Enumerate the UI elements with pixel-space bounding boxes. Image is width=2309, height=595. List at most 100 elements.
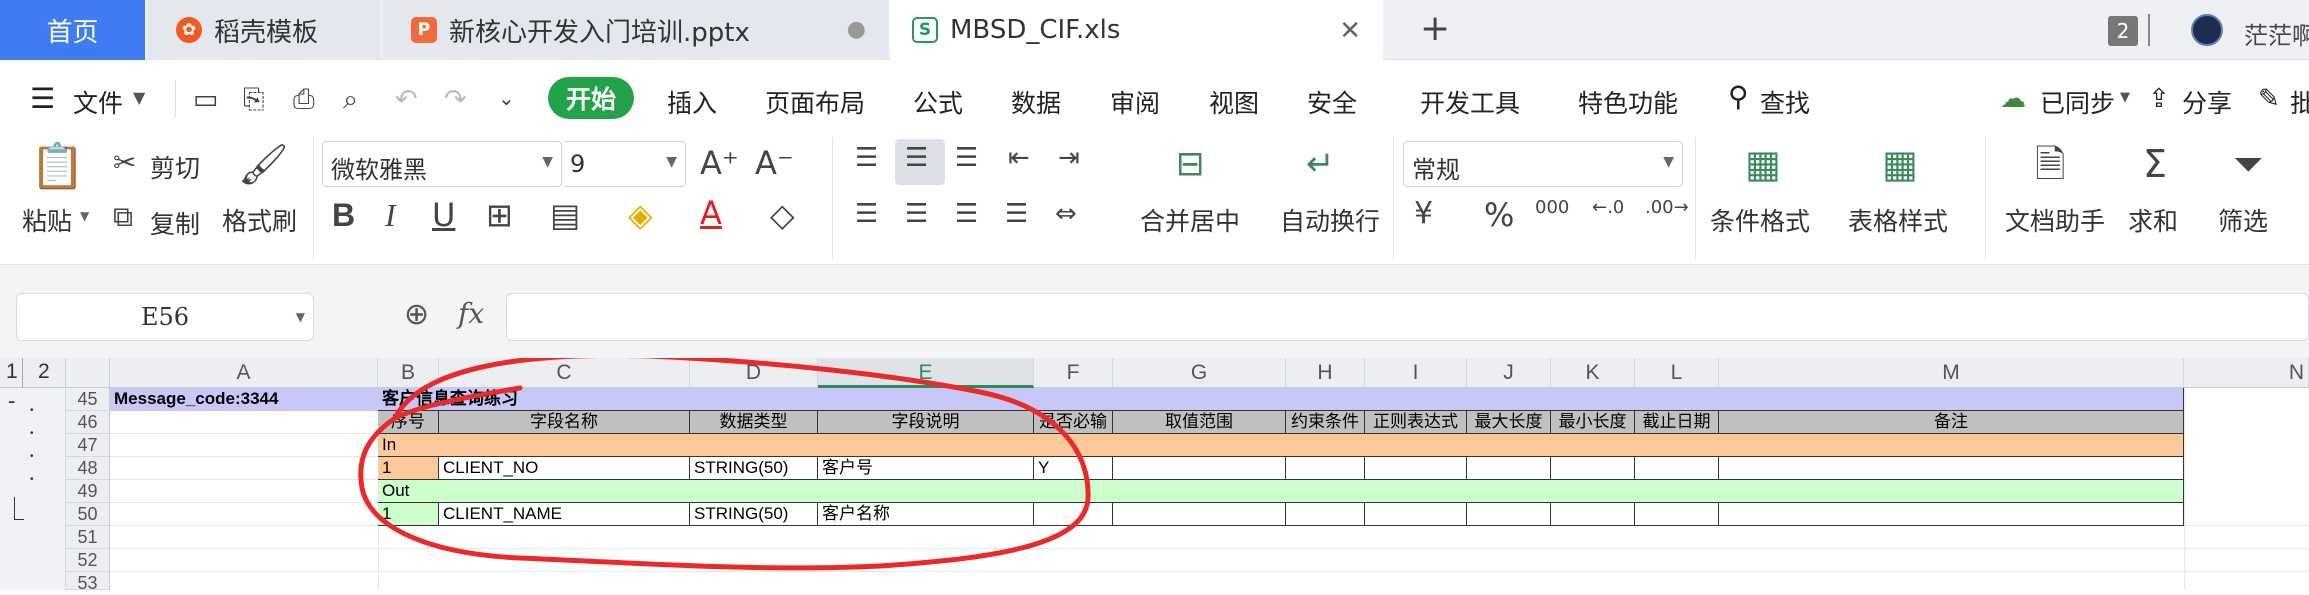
clear-format-icon[interactable]: ◇ bbox=[770, 199, 795, 231]
distribute-icon[interactable]: ⇔ bbox=[1055, 201, 1077, 227]
unsaved-dot-icon[interactable]: ● bbox=[847, 17, 866, 42]
file-menu[interactable]: 文件 bbox=[73, 84, 123, 120]
menu-insert[interactable]: 插入 bbox=[667, 84, 717, 120]
print-icon[interactable]: ⎙ bbox=[293, 84, 315, 116]
more-chevron-icon[interactable]: ⌄ bbox=[498, 86, 515, 110]
table-style-button[interactable]: 表格样式 bbox=[1848, 202, 1948, 238]
search-menu[interactable]: 查找 bbox=[1760, 84, 1810, 120]
align-left-icon[interactable]: ☰ bbox=[855, 201, 878, 227]
paste-button[interactable]: 粘贴 bbox=[22, 202, 72, 238]
fill-color-icon[interactable]: ◈ bbox=[628, 199, 653, 231]
align-right-icon[interactable]: ☰ bbox=[955, 201, 978, 227]
justify-icon[interactable]: ☰ bbox=[1005, 201, 1028, 227]
filter-icon[interactable]: ⏷ bbox=[2233, 145, 2263, 183]
decrease-font-icon[interactable]: A⁻ bbox=[755, 147, 794, 179]
save-icon[interactable]: ▭ bbox=[193, 84, 219, 115]
menu-data[interactable]: 数据 bbox=[1011, 84, 1061, 120]
print-preview-icon[interactable]: ⌕ bbox=[343, 84, 358, 116]
increase-decimal-icon[interactable]: ←.0 bbox=[1592, 199, 1624, 217]
font-name-value: 微软雅黑 bbox=[331, 156, 427, 184]
chevron-down-icon[interactable]: ▼ bbox=[133, 88, 145, 107]
percent-button[interactable]: % bbox=[1484, 199, 1514, 231]
avatar[interactable] bbox=[2191, 14, 2223, 46]
filter-button[interactable]: 筛选 bbox=[2218, 202, 2268, 238]
doc-assistant-button[interactable]: 文档助手 bbox=[2005, 202, 2105, 238]
menu-view[interactable]: 视图 bbox=[1209, 84, 1259, 120]
align-bottom-icon[interactable]: ☰ bbox=[955, 145, 978, 171]
search-icon[interactable]: ⚲ bbox=[1728, 80, 1749, 113]
tab-pptx-file[interactable]: P 新核心开发入门培训.pptx ● bbox=[383, 0, 888, 60]
bold-icon[interactable]: B bbox=[332, 199, 355, 231]
tab-xls-file[interactable]: S MBSD_CIF.xls ✕ bbox=[890, 0, 1383, 60]
number-format-value: 常规 bbox=[1412, 156, 1460, 184]
sum-button[interactable]: 求和 bbox=[2128, 202, 2178, 238]
underline-icon[interactable]: U bbox=[432, 199, 455, 231]
align-top-icon[interactable]: ☰ bbox=[855, 145, 878, 171]
decrease-indent-icon[interactable]: ⇤ bbox=[1008, 145, 1030, 171]
annotate-button[interactable]: 批 bbox=[2290, 84, 2309, 120]
spreadsheet-grid: 1 2 A B C D E F G H I J K L M N - • • • … bbox=[0, 358, 2309, 593]
menu-page-layout[interactable]: 页面布局 bbox=[765, 84, 865, 120]
chevron-down-icon[interactable]: ▼ bbox=[80, 209, 89, 223]
window-count-badge[interactable]: 2 bbox=[2108, 16, 2138, 46]
currency-icon[interactable]: ¥ bbox=[1414, 199, 1433, 229]
menu-start[interactable]: 开始 bbox=[548, 77, 634, 119]
menu-formulas[interactable]: 公式 bbox=[913, 84, 963, 120]
export-icon[interactable]: ⎘ bbox=[243, 84, 265, 116]
font-color-icon[interactable]: A bbox=[700, 197, 722, 229]
cut-button[interactable]: 剪切 bbox=[150, 149, 200, 185]
conditional-format-icon[interactable]: ▦ bbox=[1745, 145, 1781, 183]
wrap-text-button[interactable]: 自动换行 bbox=[1280, 202, 1380, 238]
cut-icon[interactable]: ✂ bbox=[113, 149, 136, 177]
italic-icon[interactable]: I bbox=[385, 199, 396, 231]
sum-icon[interactable]: Σ bbox=[2143, 145, 2167, 183]
increase-indent-icon[interactable]: ⇥ bbox=[1058, 145, 1080, 171]
wrap-text-icon[interactable]: ↵ bbox=[1306, 147, 1335, 181]
chevron-down-icon[interactable]: ▼ bbox=[2120, 90, 2130, 105]
align-center-icon[interactable]: ☰ bbox=[905, 201, 928, 227]
menu-special-features[interactable]: 特色功能 bbox=[1578, 84, 1678, 120]
table-style-icon[interactable]: ▦ bbox=[1882, 145, 1918, 183]
new-tab-button[interactable]: + bbox=[1420, 8, 1450, 49]
tab-docer-templates[interactable]: ✿ 稻壳模板 bbox=[148, 0, 380, 60]
number-format-select[interactable]: 常规 ▼ bbox=[1403, 141, 1683, 187]
chevron-down-icon: ▼ bbox=[666, 154, 677, 170]
font-size-value: 9 bbox=[570, 150, 586, 178]
zoom-search-icon[interactable]: ⊕ bbox=[404, 297, 429, 332]
copy-button[interactable]: 复制 bbox=[150, 205, 200, 241]
fx-button[interactable]: fx bbox=[458, 297, 484, 330]
menu-review[interactable]: 审阅 bbox=[1110, 84, 1160, 120]
doc-assistant-icon[interactable]: 🗎 bbox=[2035, 145, 2066, 183]
hamburger-icon[interactable]: ☰ bbox=[30, 82, 55, 115]
docer-logo-icon: ✿ bbox=[176, 17, 202, 43]
increase-font-icon[interactable]: A⁺ bbox=[700, 147, 739, 179]
divider bbox=[175, 80, 176, 118]
conditional-format-button[interactable]: 条件格式 bbox=[1710, 202, 1810, 238]
font-name-select[interactable]: 微软雅黑 ▼ bbox=[322, 141, 562, 187]
paste-icon[interactable]: 📋 bbox=[30, 145, 85, 189]
merge-center-icon[interactable]: ⊟ bbox=[1176, 147, 1205, 181]
format-painter-button[interactable]: 格式刷 bbox=[222, 202, 297, 238]
tab-home[interactable]: 首页 bbox=[0, 0, 145, 60]
format-painter-icon[interactable]: 🖌 bbox=[238, 145, 289, 185]
thousands-button[interactable]: 000 bbox=[1535, 199, 1569, 217]
decrease-decimal-icon[interactable]: .00→ bbox=[1645, 199, 1689, 217]
redo-icon[interactable]: ↷ bbox=[444, 84, 467, 115]
font-size-select[interactable]: 9 ▼ bbox=[562, 141, 686, 187]
undo-icon[interactable]: ↶ bbox=[395, 84, 418, 115]
share-button[interactable]: 分享 bbox=[2182, 84, 2232, 120]
border-icon[interactable]: ⊞ bbox=[486, 199, 513, 231]
chevron-down-icon: ▼ bbox=[295, 310, 305, 324]
share-icon: ⇪ bbox=[2148, 84, 2170, 114]
menu-developer[interactable]: 开发工具 bbox=[1420, 84, 1520, 120]
cell-fill-icon[interactable]: ▤ bbox=[550, 199, 580, 231]
copy-icon[interactable]: ⧉ bbox=[113, 203, 133, 231]
sync-status[interactable]: 已同步 bbox=[2040, 84, 2115, 120]
menu-security[interactable]: 安全 bbox=[1307, 84, 1357, 120]
formula-input[interactable] bbox=[506, 293, 2309, 341]
name-box[interactable]: E56 ▼ bbox=[16, 293, 314, 341]
align-middle-icon[interactable]: ☰ bbox=[905, 145, 928, 171]
close-tab-icon[interactable]: ✕ bbox=[1339, 16, 1361, 46]
merge-center-button[interactable]: 合并居中 bbox=[1140, 202, 1240, 238]
divider bbox=[1695, 137, 1696, 259]
